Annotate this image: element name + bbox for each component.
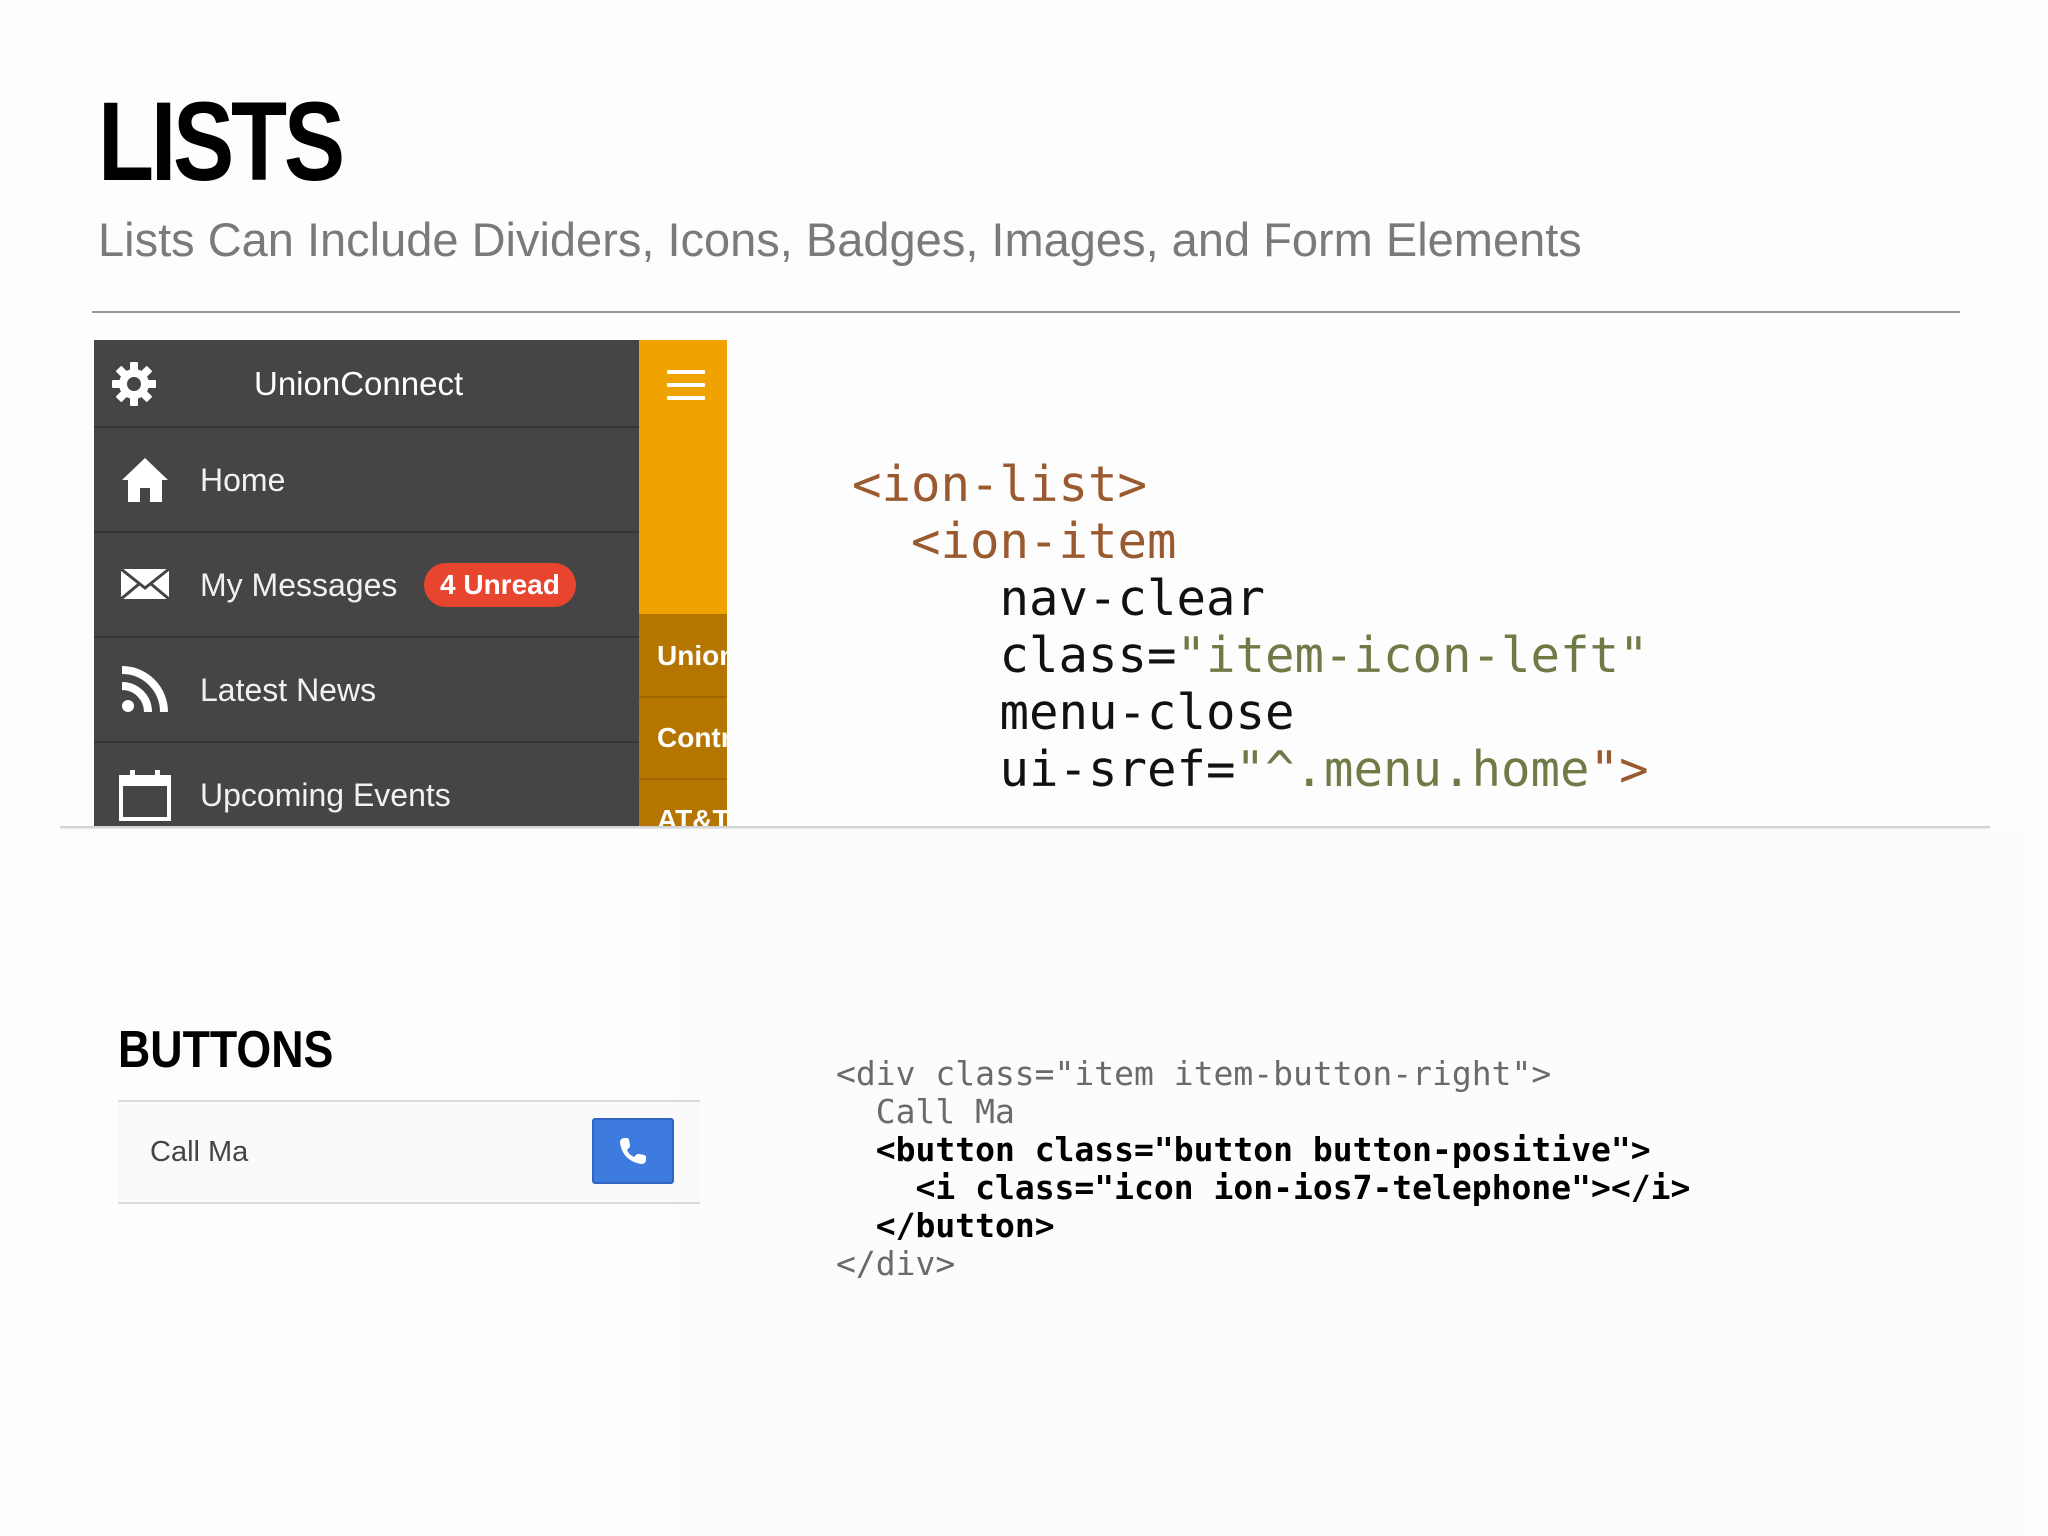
code-line: nav-clear xyxy=(999,570,1266,627)
code-line: <ion-list> xyxy=(852,456,1148,513)
rss-icon xyxy=(121,666,168,713)
app-title: UnionConnect xyxy=(254,365,464,402)
menu-item-label: My Messages xyxy=(200,567,398,603)
unread-badge: 4 Unread xyxy=(424,563,576,607)
hamburger-menu-icon[interactable] xyxy=(667,370,705,400)
main-content-peek: Union Contr AT&T xyxy=(639,340,727,827)
code-line: <i class="icon ion-ios7-telephone"></i> xyxy=(915,1168,1691,1207)
telephone-icon xyxy=(620,1138,646,1164)
buttons-section-title: BUTTONS xyxy=(118,1021,334,1079)
menu-item-label: Home xyxy=(200,462,286,498)
code-line: </div> xyxy=(836,1244,956,1283)
content-list-item[interactable]: Union xyxy=(639,616,727,698)
content-list-item-label: Contr xyxy=(657,722,727,753)
call-list-item: Call Ma xyxy=(118,1100,700,1204)
content-list-item[interactable]: Contr xyxy=(639,698,727,780)
side-menu: UnionConnect Home My Messages 4 Unread L… xyxy=(94,340,639,827)
code-line: </button> xyxy=(875,1206,1055,1245)
menu-item-home[interactable]: Home xyxy=(94,428,639,533)
content-list-item-label: AT&T xyxy=(657,804,727,827)
home-icon xyxy=(122,458,168,502)
code-string: .menu.home xyxy=(1294,741,1590,798)
code-line: <ion-item xyxy=(911,513,1177,570)
list-code-sample: <ion-list> <ion-item nav-clear class="it… xyxy=(852,456,1649,798)
content-list-item[interactable]: AT&T xyxy=(639,780,727,827)
section-divider xyxy=(60,826,1990,829)
menu-item-label: Latest News xyxy=(200,672,377,708)
calendar-icon xyxy=(119,770,171,821)
gear-icon[interactable] xyxy=(110,360,158,408)
code-line: menu-close xyxy=(999,684,1295,741)
menu-item-news[interactable]: Latest News xyxy=(94,638,639,743)
button-code-sample: <div class="item item-button-right"> Cal… xyxy=(836,1055,1690,1283)
menu-header: UnionConnect xyxy=(94,340,639,428)
call-item-label: Call Ma xyxy=(150,1136,249,1168)
code-string: "> xyxy=(1589,741,1649,798)
code-attr: ui-sref= xyxy=(999,741,1236,798)
code-attr: class= xyxy=(999,627,1177,684)
slide-title: LISTS xyxy=(98,79,345,204)
top-divider xyxy=(92,311,1960,313)
app-screenshot: UnionConnect Home My Messages 4 Unread L… xyxy=(94,340,727,827)
code-line: <button class="button button-positive"> xyxy=(875,1130,1651,1169)
main-header xyxy=(639,340,727,614)
menu-item-messages[interactable]: My Messages 4 Unread xyxy=(94,533,639,638)
code-string: "item-icon-left" xyxy=(1176,627,1649,684)
menu-item-label: Upcoming Events xyxy=(200,777,451,813)
menu-item-events[interactable]: Upcoming Events xyxy=(94,743,639,827)
code-line: Call Ma xyxy=(875,1092,1015,1131)
code-line: <div class="item item-button-right"> xyxy=(836,1054,1552,1093)
slide-subtitle: Lists Can Include Dividers, Icons, Badge… xyxy=(98,213,1582,266)
envelope-icon xyxy=(120,567,170,601)
content-list-item-label: Union xyxy=(657,640,727,671)
call-button[interactable] xyxy=(592,1118,674,1184)
code-string: "^ xyxy=(1235,741,1295,798)
